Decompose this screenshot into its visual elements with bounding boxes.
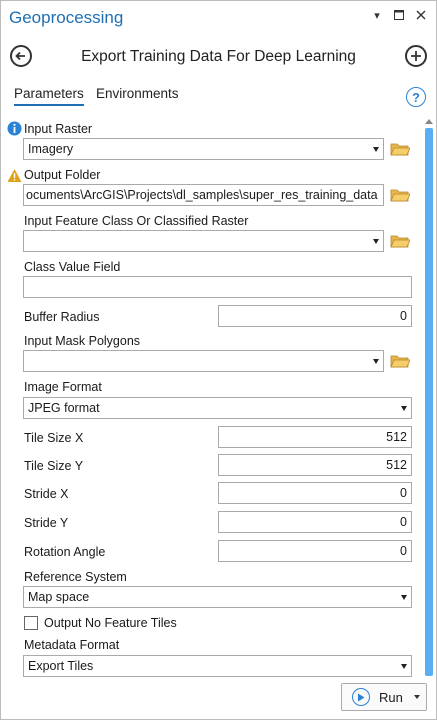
pane-controls: ▾ (370, 7, 428, 23)
chevron-down-icon (401, 406, 407, 411)
output-folder-input[interactable]: ocuments\ArcGIS\Projects\dl_samples\supe… (23, 184, 384, 206)
browse-folder-icon[interactable] (390, 187, 410, 203)
scrollbar-thumb[interactable] (425, 128, 433, 676)
output-no-feature-tiles-checkbox[interactable] (24, 616, 38, 630)
reference-system-label: Reference System (24, 570, 127, 584)
metadata-format-dropdown[interactable]: Export Tiles (23, 655, 412, 677)
tool-title: Export Training Data For Deep Learning (81, 48, 356, 65)
pane-close-icon[interactable] (414, 7, 428, 23)
pane-maximize-icon[interactable] (392, 7, 406, 23)
class-value-field-label: Class Value Field (24, 260, 121, 274)
rotation-angle-input[interactable]: 0 (218, 540, 412, 562)
metadata-format-label: Metadata Format (24, 638, 120, 652)
tile-size-y-input[interactable]: 512 (218, 454, 412, 476)
tab-environments[interactable]: Environments (96, 86, 179, 104)
help-icon[interactable]: ? (406, 87, 426, 107)
chevron-down-icon (373, 239, 379, 244)
input-feature-dropdown[interactable] (23, 230, 384, 252)
tile-size-x-input[interactable]: 512 (218, 426, 412, 448)
input-raster-dropdown[interactable]: Imagery (23, 138, 384, 160)
reference-system-dropdown[interactable]: Map space (23, 586, 412, 608)
back-arrow-icon[interactable] (10, 45, 32, 67)
tab-strip: Parameters Environments ? (1, 85, 436, 109)
stride-y-label: Stride Y (24, 516, 69, 530)
run-options-chevron-icon[interactable] (414, 695, 420, 699)
info-icon[interactable] (7, 121, 22, 136)
reference-system-value: Map space (28, 590, 90, 604)
output-folder-value: ocuments\ArcGIS\Projects\dl_samples\supe… (26, 188, 378, 202)
pane-footer: Run (1, 681, 436, 720)
image-format-dropdown[interactable]: JPEG format (23, 397, 412, 419)
stride-x-input[interactable]: 0 (218, 482, 412, 504)
run-label: Run (379, 690, 403, 705)
output-no-feature-tiles-label: Output No Feature Tiles (44, 616, 177, 630)
rotation-angle-label: Rotation Angle (24, 545, 106, 559)
stride-x-label: Stride X (24, 487, 69, 501)
chevron-down-icon (401, 664, 407, 669)
input-mask-label: Input Mask Polygons (24, 334, 141, 348)
input-feature-label: Input Feature Class Or Classified Raster (24, 214, 249, 228)
parameters-form: Input Raster Imagery Output Folder ocume… (1, 113, 422, 678)
image-format-value: JPEG format (28, 401, 100, 415)
run-play-icon (352, 688, 370, 706)
stride-y-input[interactable]: 0 (218, 511, 412, 533)
warning-icon[interactable] (7, 168, 22, 183)
chevron-down-icon (401, 595, 407, 600)
browse-folder-icon[interactable] (390, 353, 410, 369)
chevron-down-icon (373, 359, 379, 364)
browse-folder-icon[interactable] (390, 141, 410, 157)
pane-title: Geoprocessing (9, 8, 124, 27)
output-folder-label: Output Folder (24, 168, 101, 182)
pane-titlebar: Geoprocessing ▾ (1, 1, 436, 35)
add-plus-icon[interactable] (405, 45, 427, 67)
class-value-field-input[interactable] (23, 276, 412, 298)
buffer-radius-input[interactable]: 0 (218, 305, 412, 327)
vertical-scrollbar[interactable] (424, 116, 434, 676)
geoprocessing-pane: Geoprocessing ▾ Export Training Data For… (0, 0, 437, 720)
scroll-up-icon[interactable] (424, 116, 434, 126)
browse-folder-icon[interactable] (390, 233, 410, 249)
tile-size-y-label: Tile Size Y (24, 459, 84, 473)
chevron-down-icon (373, 147, 379, 152)
metadata-format-value: Export Tiles (28, 659, 94, 673)
image-format-label: Image Format (24, 380, 102, 394)
tool-header: Export Training Data For Deep Learning (1, 41, 436, 75)
tab-parameters[interactable]: Parameters (14, 86, 84, 106)
input-raster-label: Input Raster (24, 122, 93, 136)
tile-size-x-label: Tile Size X (24, 431, 84, 445)
pane-options-chevron-icon[interactable]: ▾ (370, 7, 384, 23)
input-raster-value: Imagery (28, 142, 74, 156)
run-button[interactable]: Run (341, 683, 427, 711)
input-mask-dropdown[interactable] (23, 350, 384, 372)
buffer-radius-label: Buffer Radius (24, 310, 100, 324)
